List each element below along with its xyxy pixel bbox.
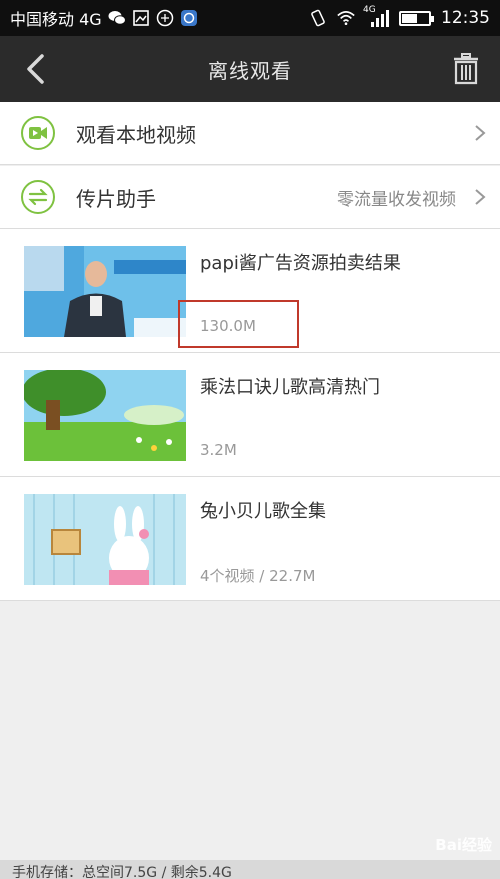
local-video-label: 观看本地视频 [76,122,196,147]
back-button[interactable] [18,52,52,86]
local-video-row[interactable]: 观看本地视频 [0,102,500,165]
transfer-helper-label: 传片助手 [76,186,156,211]
battery-icon [399,10,434,26]
video-thumbnail [24,494,186,585]
chevron-right-icon [456,188,486,206]
wifi-icon [337,9,355,27]
video-size: 4个视频 / 22.7M [200,567,316,585]
video-title: papi酱广告资源拍卖结果 [200,253,401,274]
video-size: 3.2M [200,441,237,459]
trash-icon [454,53,478,85]
storage-info: 手机存储：总空间7.5G / 剩余5.4G [0,860,500,879]
transfer-helper-row[interactable]: 传片助手 零流量收发视频 [0,166,500,229]
delete-button[interactable] [450,51,482,87]
chevron-right-icon [456,124,486,142]
status-bar: 中国移动 4G 4G 12:35 [0,0,500,36]
wechat-icon [108,9,126,27]
title-bar: 离线观看 [0,36,500,102]
annotation-highlight-box [178,300,299,348]
clock: 12:35 [441,8,490,28]
signal-icon: 4G [363,5,389,27]
vibrate-icon [309,9,327,27]
page-title: 离线观看 [208,58,292,83]
battery-level [402,13,418,23]
notification-app-icon [180,9,198,27]
chevron-left-icon [27,54,44,84]
transfer-helper-subtitle: 零流量收发视频 [337,189,456,210]
storage-label: 手机存储：总空间7.5G / 剩余5.4G [12,865,232,879]
image-icon [132,9,150,27]
video-title: 乘法口诀儿歌高清热门 [200,377,380,398]
watermark: Bai经验 [435,836,492,854]
video-item[interactable]: 兔小贝儿歌全集 4个视频 / 22.7M [0,477,500,601]
network-type-label: 4G [363,5,376,15]
video-item[interactable]: 乘法口诀儿歌高清热门 3.2M [0,353,500,477]
video-thumbnail [24,246,186,337]
app-icon [156,9,174,27]
video-camera-icon [21,116,55,150]
carrier-label: 中国移动 4G [10,10,102,29]
video-title: 兔小贝儿歌全集 [200,501,326,522]
video-thumbnail [24,370,186,461]
swap-arrows-icon [21,180,55,214]
